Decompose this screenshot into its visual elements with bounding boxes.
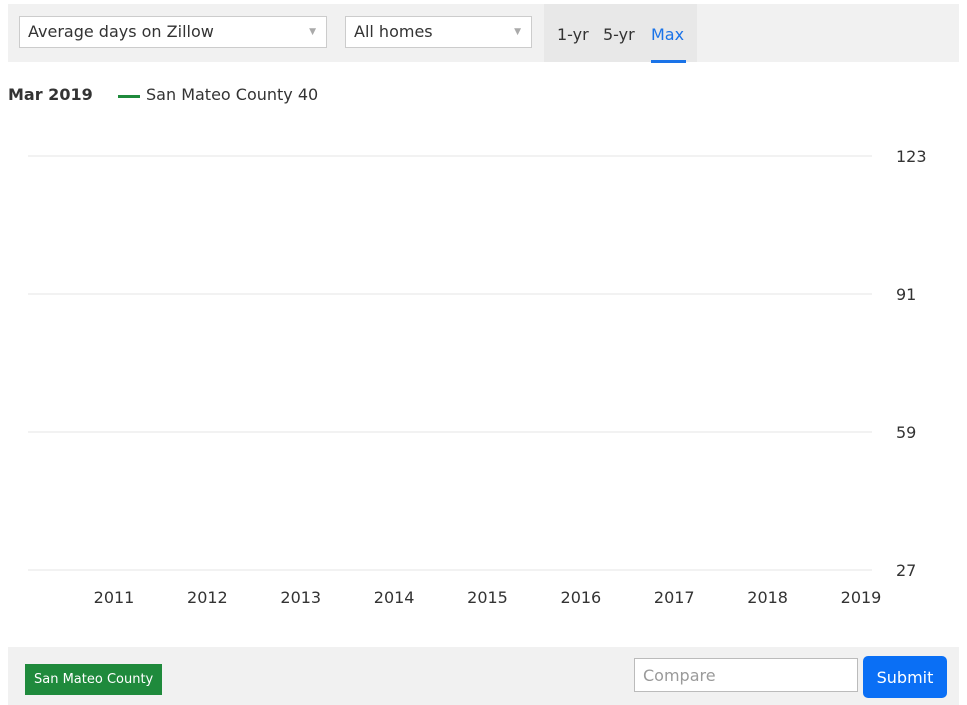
- x-tick-label: 2012: [187, 588, 228, 607]
- tab-1-yr[interactable]: 1-yr: [557, 25, 589, 44]
- chart-footer: San Mateo County Submit: [8, 647, 959, 705]
- home-type-select[interactable]: All homes ▼: [345, 16, 532, 48]
- chart-grid: [28, 155, 872, 571]
- compare-input[interactable]: [634, 658, 858, 692]
- y-tick-label: 59: [896, 423, 916, 442]
- chart-toolbar: Average days on Zillow ▼ All homes ▼ 1-y…: [8, 4, 959, 63]
- x-tick-label: 2014: [374, 588, 415, 607]
- x-tick-label: 2017: [654, 588, 695, 607]
- x-tick-label: 2018: [747, 588, 788, 607]
- y-tick-label: 123: [896, 147, 927, 166]
- metric-select-value: Average days on Zillow: [28, 22, 214, 41]
- time-range-tabs: 1-yr 5-yr Max: [544, 4, 697, 63]
- y-tick-label: 27: [896, 561, 916, 580]
- region-badge[interactable]: San Mateo County: [25, 664, 163, 695]
- active-tab-indicator: [651, 60, 686, 63]
- x-tick-label: 2019: [841, 588, 882, 607]
- home-type-select-value: All homes: [354, 22, 433, 41]
- x-tick-label: 2011: [94, 588, 135, 607]
- x-axis-ticks: 2011 2012 2013 2014 2015 2016 2017 2018 2019: [94, 588, 882, 607]
- tab-max[interactable]: Max: [651, 25, 684, 44]
- y-axis-ticks: 27 59 91 123: [896, 147, 927, 580]
- tab-5-yr[interactable]: 5-yr: [603, 25, 635, 44]
- chevron-down-icon: ▼: [514, 27, 521, 37]
- chevron-down-icon: ▼: [309, 27, 316, 37]
- x-tick-label: 2015: [467, 588, 508, 607]
- chart-legend: Mar 2019 San Mateo County 40: [8, 85, 318, 104]
- x-tick-label: 2013: [280, 588, 321, 607]
- y-tick-label: 91: [896, 285, 916, 304]
- submit-button[interactable]: Submit: [863, 656, 947, 698]
- x-tick-label: 2016: [561, 588, 602, 607]
- legend-series-label: San Mateo County 40: [146, 85, 319, 104]
- days-on-zillow-chart: 275991123 2011 2012 2013 2014 2015 2016 2017 20…: [28, 147, 927, 607]
- legend-series-swatch: [118, 95, 140, 98]
- legend-date: Mar 2019: [8, 85, 93, 104]
- metric-select[interactable]: Average days on Zillow ▼: [19, 16, 327, 48]
